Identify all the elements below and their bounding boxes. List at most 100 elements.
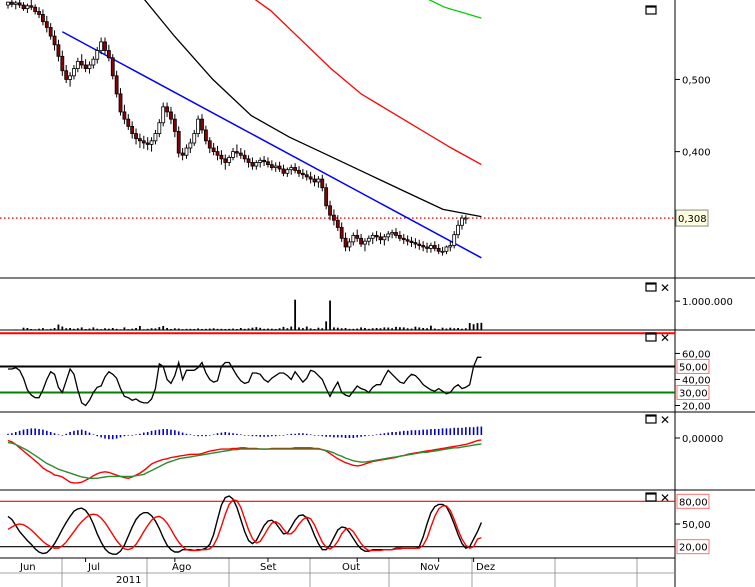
- volume-bar: [22, 327, 25, 330]
- candle: [386, 231, 391, 242]
- volume-bar: [158, 327, 161, 330]
- volume-bar: [352, 328, 355, 330]
- volume-bar: [92, 327, 95, 330]
- candle-body: [285, 169, 290, 174]
- candle-body: [87, 64, 92, 69]
- candle: [436, 244, 441, 255]
- candle-body: [297, 170, 301, 174]
- volume-bar: [464, 328, 467, 330]
- macd-histogram-bar: [321, 435, 324, 437]
- moving-average-2: [428, 0, 482, 19]
- macd-histogram-bar: [127, 435, 130, 436]
- volume-bar: [131, 328, 134, 330]
- candle: [52, 30, 57, 51]
- candle: [382, 233, 387, 246]
- macd-histogram-bar: [247, 435, 250, 436]
- candle: [68, 72, 72, 87]
- candle: [308, 171, 313, 184]
- candle: [421, 241, 426, 252]
- candle-body: [378, 236, 383, 241]
- volume-bar: [201, 328, 203, 330]
- rsi-tick-label: 60,00: [682, 349, 711, 360]
- macd-histogram-bar: [73, 430, 75, 435]
- candle-body: [436, 247, 441, 252]
- candle-body: [394, 232, 398, 236]
- candle: [448, 241, 453, 252]
- candle-body: [176, 131, 181, 154]
- macd-histogram-bar: [317, 435, 320, 436]
- close-icon[interactable]: ✕: [660, 413, 670, 427]
- close-icon[interactable]: ✕: [660, 491, 670, 505]
- candle: [9, 0, 14, 8]
- macd-histogram-bar: [108, 435, 110, 440]
- volume-bar: [282, 326, 285, 330]
- macd-histogram-bar: [480, 426, 483, 435]
- candle-body: [153, 133, 158, 142]
- macd-histogram-bar: [42, 429, 44, 435]
- volume-bar: [371, 328, 374, 330]
- candle: [339, 222, 344, 242]
- candle-body: [300, 172, 305, 176]
- candle-body: [355, 234, 360, 239]
- macd-histogram-bar: [181, 432, 184, 435]
- macd-histogram-bar: [286, 434, 289, 435]
- candle: [56, 39, 61, 62]
- candle-body: [215, 151, 220, 156]
- volume-bar: [317, 327, 320, 330]
- candle: [273, 162, 278, 172]
- candle: [79, 54, 84, 69]
- volume-bar: [270, 328, 273, 330]
- candle-body: [110, 57, 115, 77]
- candle: [172, 114, 177, 138]
- macd-histogram-bar: [166, 429, 168, 435]
- volume-bar: [45, 329, 48, 330]
- volume-bar: [414, 326, 417, 330]
- macd-histogram-bar: [274, 435, 277, 437]
- candle: [188, 138, 193, 154]
- macd-histogram-bar: [364, 435, 366, 437]
- candle: [370, 232, 375, 245]
- candle-body: [161, 106, 166, 124]
- candle-body: [382, 236, 387, 241]
- candle-body: [9, 1, 14, 5]
- volume-bar: [449, 327, 452, 330]
- candle-body: [134, 133, 138, 140]
- macd-histogram-bar: [236, 433, 238, 435]
- candle: [258, 157, 263, 168]
- candle-body: [444, 246, 449, 252]
- volume-bar: [356, 328, 359, 330]
- close-icon[interactable]: ✕: [660, 331, 670, 345]
- candle: [281, 164, 286, 177]
- volume-bar: [228, 328, 231, 330]
- macd-histogram-bar: [294, 433, 296, 435]
- candle: [355, 229, 360, 242]
- candle: [138, 133, 142, 149]
- time-axis: Jun Jul Ago Set Out Nov Dez 2011: [19, 558, 495, 586]
- candle-body: [99, 41, 104, 51]
- volume-bar: [220, 328, 223, 330]
- month-label-out: Out: [342, 562, 360, 573]
- candle: [277, 161, 282, 172]
- candle-body: [409, 240, 414, 244]
- macd-histogram-bar: [69, 432, 71, 435]
- macd-histogram-bar: [387, 432, 390, 435]
- candle-body: [118, 93, 123, 113]
- close-icon[interactable]: ✕: [660, 281, 670, 295]
- macd-histogram-bar: [309, 434, 312, 435]
- volume-bar: [410, 328, 413, 330]
- candle-body: [339, 227, 344, 239]
- candle-body: [25, 5, 30, 10]
- macd-histogram-bar: [476, 426, 479, 435]
- candle: [300, 168, 305, 180]
- macd-histogram-bar: [472, 427, 475, 435]
- candle-body: [429, 245, 433, 249]
- macd-histogram-bar: [360, 435, 362, 437]
- candle: [452, 231, 457, 249]
- price-tick-label: 0,500: [682, 75, 711, 86]
- candle: [417, 239, 422, 250]
- candle-body: [463, 217, 468, 220]
- candle-body: [293, 167, 298, 171]
- macd-histogram-bar: [271, 435, 273, 437]
- volume-bar: [457, 327, 459, 330]
- volume-bar: [301, 328, 304, 330]
